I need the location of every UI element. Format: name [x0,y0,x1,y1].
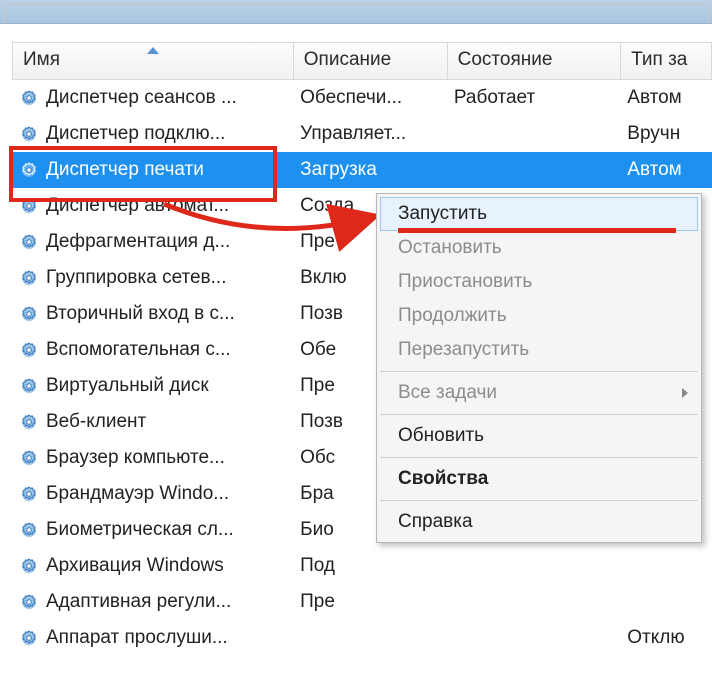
service-name-cell: Брандмауэр Windo... [12,483,294,505]
service-name-label: Диспетчер сеансов ... [46,87,237,108]
menu-item-label: Остановить [398,237,502,258]
table-row[interactable]: Диспетчер сеансов ... Обеспечи...Работает… [12,80,712,116]
service-name-cell: Виртуальный диск [12,375,294,397]
gear-icon [20,485,38,503]
menu-item-label: Обновить [398,425,484,446]
gear-icon [20,161,38,179]
service-name-label: Браузер компьюте... [46,447,225,468]
menu-separator [380,500,698,501]
menu-item-all-tasks[interactable]: Все задачи [380,376,698,410]
service-name-cell: Дефрагментация д... [12,231,294,253]
col-header-description-label: Описание [304,49,391,70]
menu-item-label: Свойства [398,468,488,489]
service-name-cell: Диспетчер автомат... [12,195,294,217]
menu-item-restart[interactable]: Перезапустить [380,333,698,367]
menu-item-refresh[interactable]: Обновить [380,419,698,453]
gear-icon [20,449,38,467]
service-state-cell: Работает [448,87,621,109]
col-header-state[interactable]: Состояние [448,42,622,80]
sort-indicator-icon [147,47,159,54]
service-name-label: Вспомогательная с... [46,339,231,360]
table-header: Имя Описание Состояние Тип за [12,42,712,80]
service-name-label: Группировка сетев... [46,267,227,288]
menu-item-pause[interactable]: Приостановить [380,265,698,299]
service-name-cell: Аппарат прослуши... [12,627,294,649]
menu-item-label: Запустить [398,203,487,224]
table-row[interactable]: Диспетчер печати Загрузка Автом [12,152,712,188]
service-type-cell: Автом [621,87,712,109]
service-name-cell: Биометрическая сл... [12,519,294,541]
service-desc-cell: Управляет... [294,123,448,145]
service-name-label: Биометрическая сл... [46,519,234,540]
col-header-state-label: Состояние [458,49,553,70]
menu-item-help[interactable]: Справка [380,505,698,539]
service-name-label: Аппарат прослуши... [46,627,228,648]
gear-icon [20,197,38,215]
gear-icon [20,377,38,395]
gear-icon [20,89,38,107]
service-name-label: Виртуальный диск [46,375,209,396]
gear-icon [20,521,38,539]
gear-icon [20,269,38,287]
col-header-description[interactable]: Описание [294,42,448,80]
service-name-cell: Диспетчер подклю... [12,123,294,145]
service-name-label: Брандмауэр Windo... [46,483,229,504]
service-name-label: Архивация Windows [46,555,224,576]
menu-item-label: Все задачи [398,382,497,403]
gear-icon [20,557,38,575]
service-name-cell: Адаптивная регули... [12,591,294,613]
col-header-name-label: Имя [23,49,60,70]
service-name-cell: Архивация Windows [12,555,294,577]
menu-item-start[interactable]: Запустить [380,197,698,231]
context-menu: Запустить Остановить Приостановить Продо… [376,193,702,543]
menu-separator [380,414,698,415]
service-name-label: Диспетчер подклю... [46,123,225,144]
chevron-right-icon [682,388,688,398]
service-name-cell: Диспетчер печати [12,159,294,181]
service-name-label: Адаптивная регули... [46,591,231,612]
menu-item-label: Приостановить [398,271,532,292]
col-header-name[interactable]: Имя [12,42,294,80]
service-type-cell: Автом [621,159,712,181]
service-name-label: Дефрагментация д... [46,231,230,252]
gear-icon [20,125,38,143]
service-name-label: Диспетчер печати [46,159,204,180]
col-header-type[interactable]: Тип за [621,42,712,80]
gear-icon [20,413,38,431]
table-row[interactable]: Диспетчер подклю... Управляет... Вручн [12,116,712,152]
table-row[interactable]: Архивация Windows Под [12,548,712,584]
service-name-label: Диспетчер автомат... [46,195,229,216]
service-desc-cell: Под [294,555,448,577]
menu-item-label: Продолжить [398,305,507,326]
menu-item-label: Перезапустить [398,339,529,360]
gear-icon [20,305,38,323]
menu-item-continue[interactable]: Продолжить [380,299,698,333]
menu-item-label: Справка [398,511,473,532]
service-name-label: Веб-клиент [46,411,146,432]
menu-separator [380,457,698,458]
menu-separator [380,371,698,372]
service-name-cell: Группировка сетев... [12,267,294,289]
service-desc-cell: Пре [294,591,448,613]
menu-item-properties[interactable]: Свойства [380,462,698,496]
gear-icon [20,233,38,251]
gear-icon [20,629,38,647]
service-name-cell: Диспетчер сеансов ... [12,87,294,109]
table-row[interactable]: Аппарат прослуши... Отклю [12,620,712,656]
gear-icon [20,593,38,611]
service-name-label: Вторичный вход в с... [46,303,235,324]
service-desc-cell: Обеспечи... [294,87,448,109]
menu-item-stop[interactable]: Остановить [380,231,698,265]
service-type-cell: Вручн [621,123,712,145]
col-header-type-label: Тип за [631,49,687,70]
service-name-cell: Вторичный вход в с... [12,303,294,325]
service-desc-cell: Загрузка [294,159,448,181]
table-row[interactable]: Адаптивная регули... Пре [12,584,712,620]
gear-icon [20,341,38,359]
service-type-cell: Отклю [621,627,712,649]
service-name-cell: Вспомогательная с... [12,339,294,361]
service-name-cell: Браузер компьюте... [12,447,294,469]
service-name-cell: Веб-клиент [12,411,294,433]
